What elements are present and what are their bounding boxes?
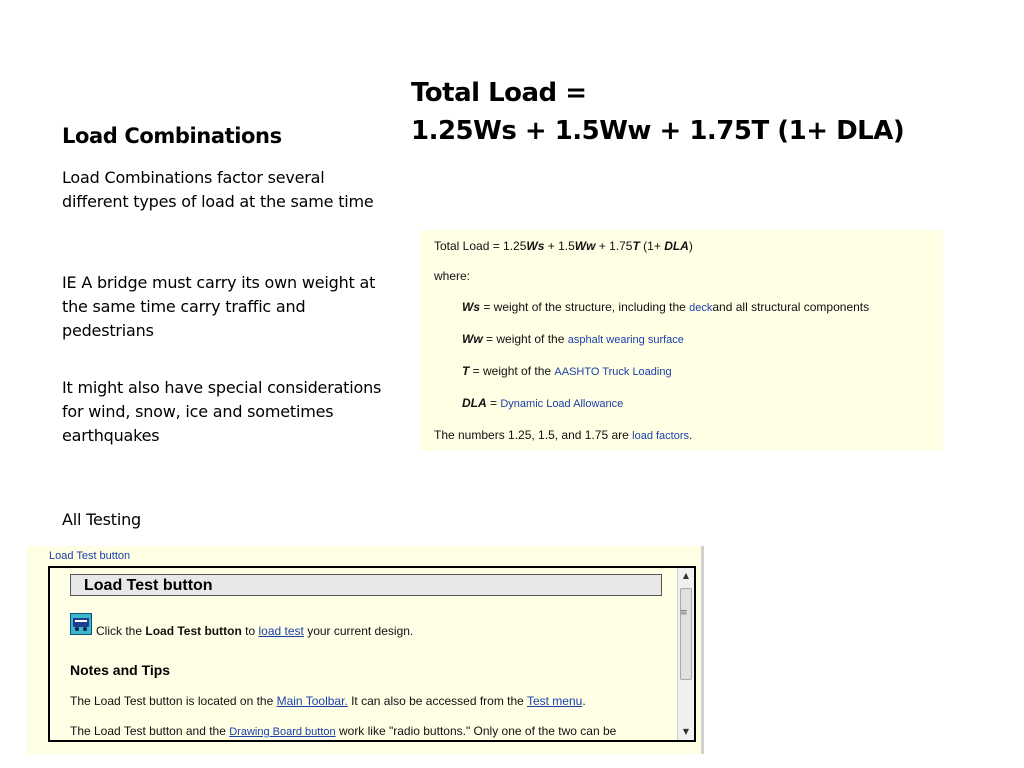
load-factors-link[interactable]: load factors <box>632 430 689 442</box>
all-testing-label: All Testing <box>62 510 141 529</box>
section-title: Load Combinations <box>62 124 282 148</box>
ww-definition: Ww = weight of the asphalt wearing surfa… <box>462 332 684 346</box>
outer-scrollbar[interactable] <box>701 546 704 754</box>
where-label: where: <box>434 269 471 283</box>
dynamic-load-allowance-link[interactable]: Dynamic Load Allowance <box>500 398 623 410</box>
tip-2: The Load Test button and the Drawing Boa… <box>70 724 617 738</box>
help-title: Load Test button <box>70 574 662 596</box>
aashto-truck-loading-link[interactable]: AASHTO Truck Loading <box>554 366 671 378</box>
help-scrollbar[interactable]: ▲ ≡ ▼ <box>677 568 694 740</box>
dla-definition: DLA = Dynamic Load Allowance <box>462 396 624 410</box>
load-factors-line: The numbers 1.25, 1.5, and 1.75 are load… <box>434 428 693 442</box>
heading-line-1: Total Load = <box>411 78 587 108</box>
help-window: Load Test button Click the Load Test but… <box>48 566 696 742</box>
scroll-up-icon[interactable]: ▲ <box>678 568 694 584</box>
main-heading: Total Load = 1.25Ws + 1.5Ww + 1.75T (1+ … <box>411 74 971 150</box>
help-caption: Load Test button <box>49 550 131 562</box>
scrollbar-thumb[interactable] <box>680 588 692 680</box>
ws-definition: Ws = weight of the structure, including … <box>462 300 870 314</box>
paragraph-bridge-example: IE A bridge must carry its own weight at… <box>62 273 376 340</box>
definition-panel: Total Load = 1.25Ws + 1.5Ww + 1.75T (1+ … <box>420 230 943 451</box>
drawing-board-button-link[interactable]: Drawing Board button <box>229 726 335 738</box>
paragraph-special-considerations: It might also have special consideration… <box>62 378 382 445</box>
tip-1: The Load Test button is located on the M… <box>70 694 586 708</box>
load-test-icon[interactable] <box>70 613 92 635</box>
scroll-grip-icon: ≡ <box>680 608 688 618</box>
test-menu-link[interactable]: Test menu <box>527 694 582 708</box>
formula-line: Total Load = 1.25Ws + 1.5Ww + 1.75T (1+ … <box>434 239 693 253</box>
paragraph-load-combinations: Load Combinations factor several differe… <box>62 168 374 211</box>
notes-title: Notes and Tips <box>70 662 171 678</box>
t-definition: T = weight of the AASHTO Truck Loading <box>462 364 672 378</box>
load-test-instruction: Click the Load Test button to load test … <box>96 624 414 638</box>
scroll-down-icon[interactable]: ▼ <box>678 724 694 740</box>
heading-line-2: 1.25Ws + 1.5Ww + 1.75T (1+ DLA) <box>411 116 905 146</box>
help-panel: Load Test button Load Test button Click … <box>26 546 704 754</box>
asphalt-wearing-surface-link[interactable]: asphalt wearing surface <box>568 334 684 346</box>
main-toolbar-link[interactable]: Main Toolbar. <box>277 694 348 708</box>
load-test-link[interactable]: load test <box>258 624 303 638</box>
deck-link[interactable]: deck <box>689 302 712 314</box>
